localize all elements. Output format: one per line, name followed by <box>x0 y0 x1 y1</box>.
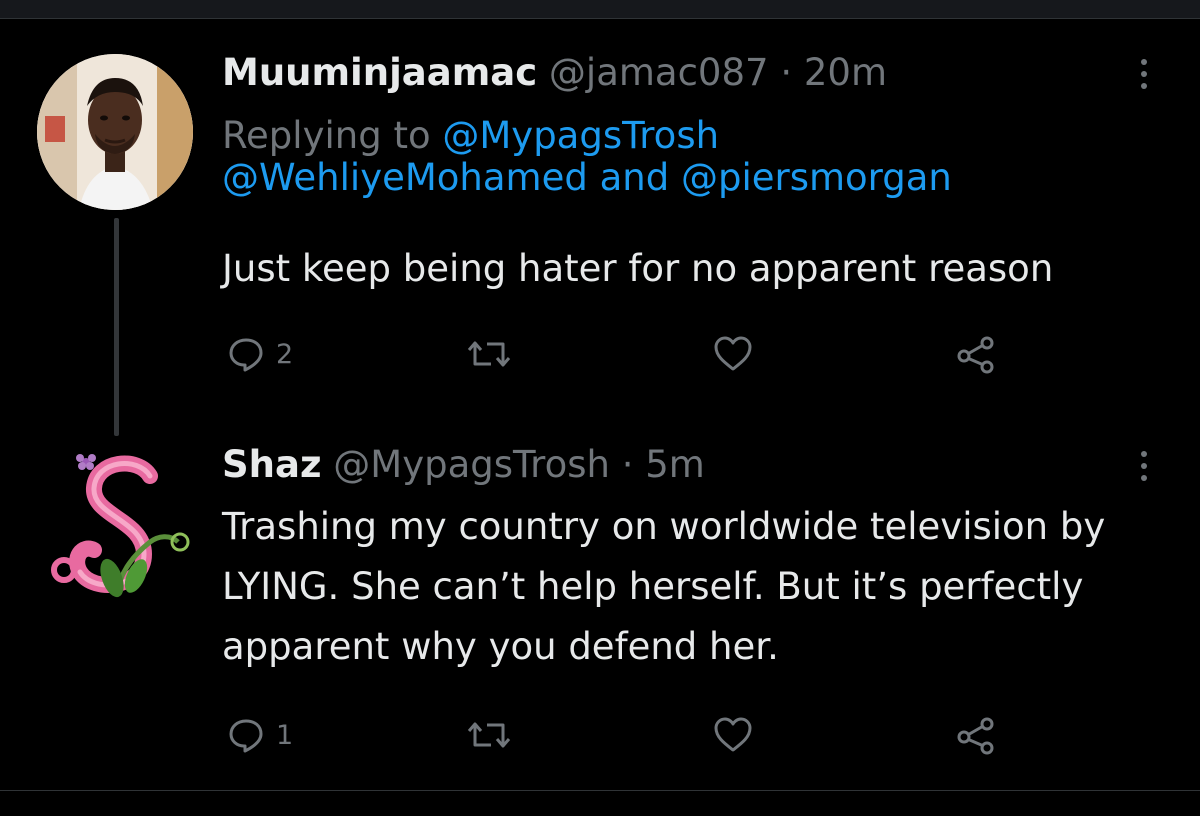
retweet-icon <box>467 341 511 367</box>
reply-button[interactable]: 2 <box>226 330 293 378</box>
like-button[interactable] <box>712 330 754 378</box>
share-icon <box>957 717 994 755</box>
user-handle[interactable]: @jamac087 <box>549 51 769 94</box>
thread-connector-line <box>114 218 119 436</box>
user-handle[interactable]: @MypagsTrosh <box>333 443 610 486</box>
share-icon <box>957 336 994 374</box>
tweet-text: Just keep being hater for no apparent re… <box>222 247 1054 290</box>
heart-icon <box>714 717 752 752</box>
reply-mention-mypagstrosh[interactable]: @MypagsTrosh <box>442 114 719 157</box>
more-options-button[interactable] <box>1132 444 1156 488</box>
like-button[interactable] <box>712 711 754 759</box>
timestamp[interactable]: 5m <box>645 443 705 486</box>
tweet-header: Shaz @MypagsTrosh · 5m <box>222 443 705 487</box>
reply-mention-wehliyemohamed[interactable]: @WehliyeMohamed <box>222 156 588 199</box>
top-bar <box>0 0 1200 19</box>
share-button[interactable] <box>955 711 997 759</box>
separator-dot: · <box>780 51 793 94</box>
tweet-actions: 2 <box>222 330 1022 378</box>
reply-count: 1 <box>276 719 294 751</box>
separator-dot: · <box>621 443 634 486</box>
retweet-button[interactable] <box>467 711 511 759</box>
retweet-icon <box>467 722 511 748</box>
display-name[interactable]: Shaz <box>222 443 322 486</box>
reply-mention-piersmorgan[interactable]: @piersmorgan <box>681 156 952 199</box>
heart-icon <box>714 336 752 371</box>
avatar[interactable] <box>37 54 193 210</box>
reply-and-word[interactable]: and <box>600 156 670 199</box>
replying-to-label: Replying to <box>222 114 431 157</box>
reply-bubble-icon <box>229 338 263 372</box>
decorative-letter-s-icon <box>51 454 190 598</box>
bottom-bar <box>0 791 1200 816</box>
share-button[interactable] <box>955 330 997 378</box>
timestamp[interactable]: 20m <box>804 51 887 94</box>
display-name[interactable]: Muuminjaamac <box>222 51 537 94</box>
replying-to-line: Replying to @MypagsTrosh @WehliyeMohamed… <box>222 115 1122 199</box>
tweet-text: Trashing my country on worldwide televis… <box>222 505 1106 668</box>
more-options-icon <box>1141 59 1147 65</box>
retweet-button[interactable] <box>467 330 511 378</box>
reply-button[interactable]: 1 <box>226 711 293 759</box>
tweet-actions: 1 <box>222 711 1022 759</box>
profile-photo-icon <box>37 54 193 210</box>
tweet-header: Muuminjaamac @jamac087 · 20m <box>222 51 887 95</box>
reply-bubble-icon <box>229 719 263 753</box>
reply-count: 2 <box>276 338 294 370</box>
avatar[interactable] <box>46 446 192 606</box>
more-options-icon <box>1141 451 1147 457</box>
more-options-button[interactable] <box>1132 52 1156 96</box>
